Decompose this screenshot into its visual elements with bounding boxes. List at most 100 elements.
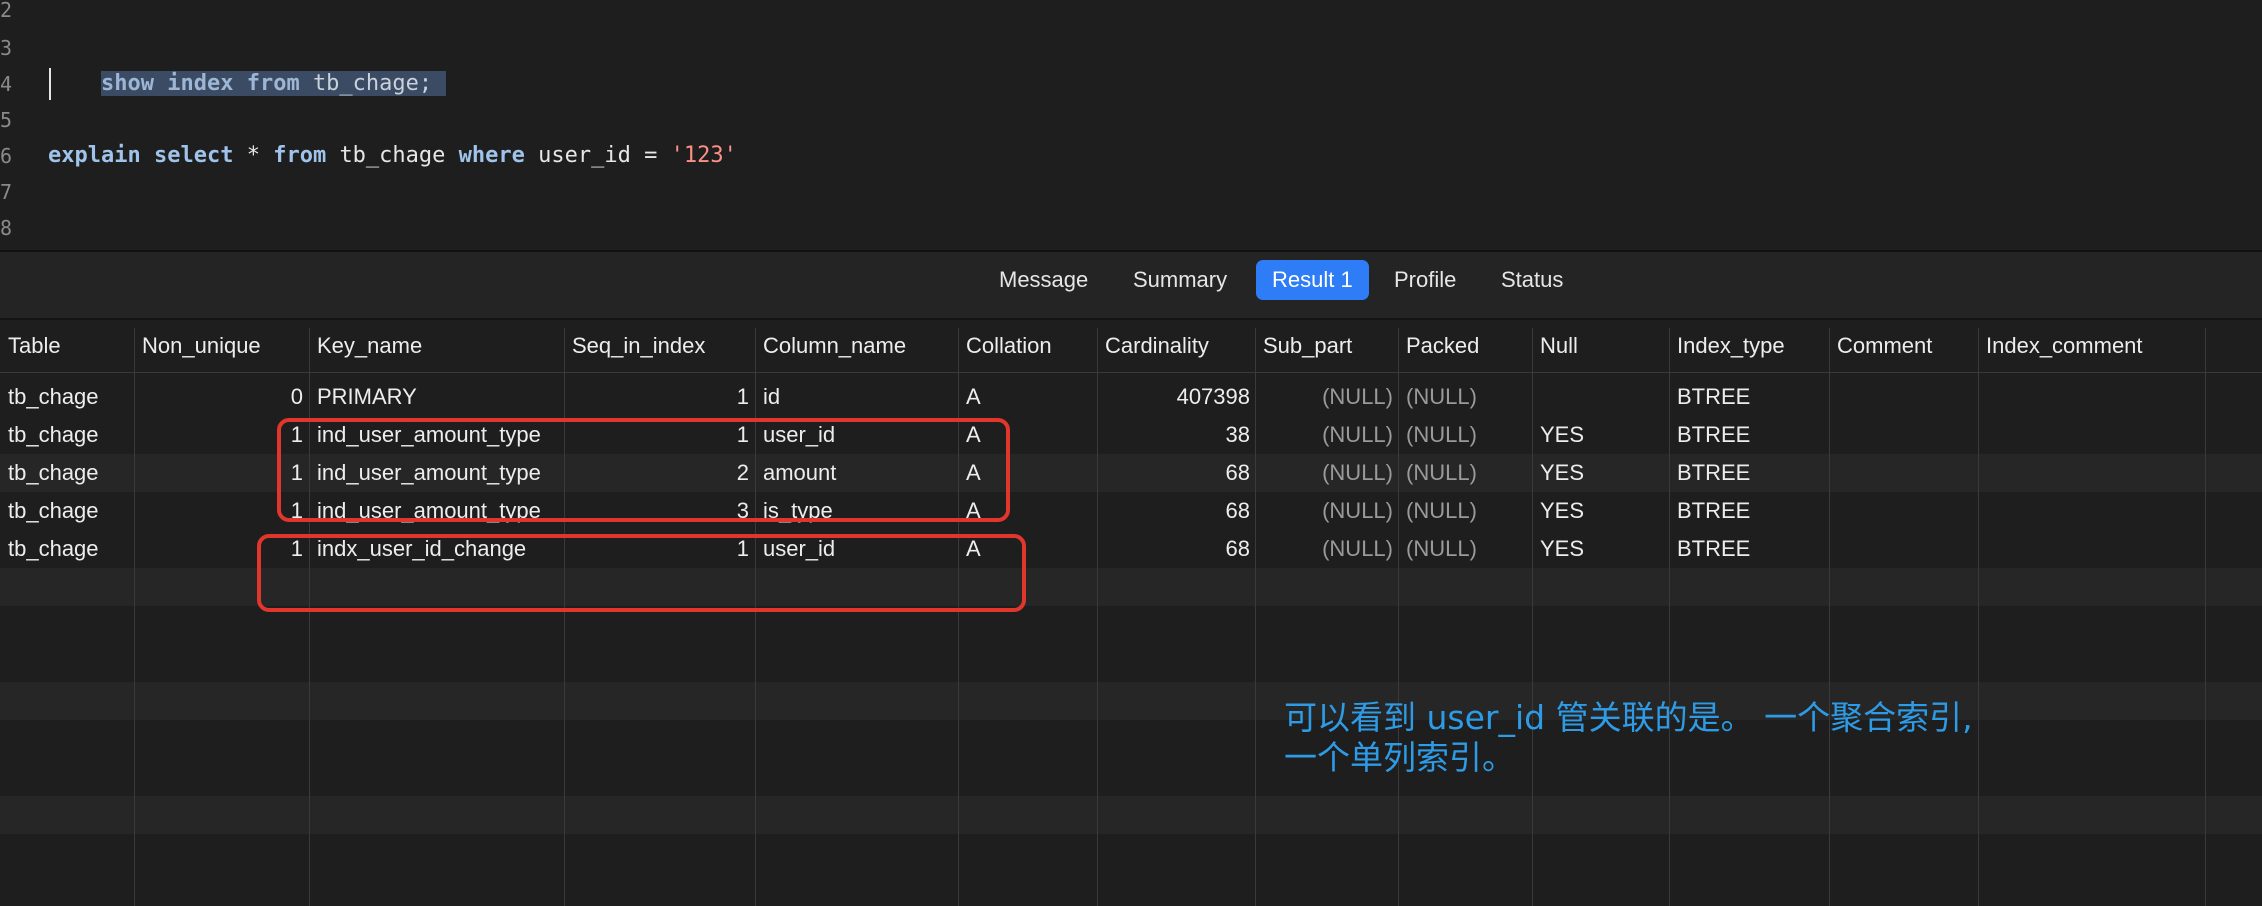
- column-header-key-name[interactable]: Key_name: [309, 320, 565, 372]
- cell-table[interactable]: tb_chage: [0, 454, 134, 492]
- column-header-cardinality[interactable]: Cardinality: [1097, 320, 1256, 372]
- table-row[interactable]: tb_chage 0 PRIMARY 1 id A 407398 (NULL) …: [0, 378, 2262, 416]
- column-header-non-unique[interactable]: Non_unique: [134, 320, 309, 372]
- column-header-comment[interactable]: Comment: [1829, 320, 1980, 372]
- cell-comment[interactable]: [1829, 416, 1980, 454]
- cell-column-name[interactable]: amount: [755, 454, 958, 492]
- cell-cardinality[interactable]: 68: [1097, 530, 1256, 568]
- cell-key-name[interactable]: ind_user_amount_type: [309, 492, 565, 530]
- cell-non-unique[interactable]: 1: [134, 530, 309, 568]
- code-line-explain[interactable]: explain select * from tb_chage where use…: [48, 138, 737, 174]
- cell-seq-in-index[interactable]: 1: [564, 530, 755, 568]
- cell-seq-in-index[interactable]: 3: [564, 492, 755, 530]
- cell-key-name[interactable]: ind_user_amount_type: [309, 454, 565, 492]
- cell-packed[interactable]: (NULL): [1398, 378, 1533, 416]
- cell-column-name[interactable]: user_id: [755, 416, 958, 454]
- cell-comment[interactable]: [1829, 454, 1980, 492]
- cell-collation[interactable]: A: [958, 454, 1097, 492]
- cell-table[interactable]: tb_chage: [0, 378, 134, 416]
- cell-non-unique[interactable]: 1: [134, 454, 309, 492]
- cell-packed[interactable]: (NULL): [1398, 530, 1533, 568]
- table-row[interactable]: tb_chage 1 ind_user_amount_type 3 is_typ…: [0, 492, 2262, 530]
- cell-sub-part[interactable]: (NULL): [1255, 378, 1399, 416]
- cell-comment[interactable]: [1829, 530, 1980, 568]
- cell-null[interactable]: YES: [1532, 530, 1670, 568]
- column-header-collation[interactable]: Collation: [958, 320, 1097, 372]
- cell-comment[interactable]: [1829, 378, 1980, 416]
- result-tab-bar: Message Summary Result 1 Profile Status: [0, 252, 2262, 318]
- cell-non-unique[interactable]: 0: [134, 378, 309, 416]
- cell-index-comment[interactable]: [1978, 454, 2205, 492]
- row-stripe: [0, 796, 2262, 834]
- cell-packed[interactable]: (NULL): [1398, 492, 1533, 530]
- cell-collation[interactable]: A: [958, 492, 1097, 530]
- cell-index-comment[interactable]: [1978, 492, 2205, 530]
- cell-cardinality[interactable]: 68: [1097, 454, 1256, 492]
- cell-seq-in-index[interactable]: 2: [564, 454, 755, 492]
- column-header-index-type[interactable]: Index_type: [1669, 320, 1832, 372]
- column-header-null[interactable]: Null: [1532, 320, 1670, 372]
- cell-null[interactable]: YES: [1532, 454, 1670, 492]
- cell-collation[interactable]: A: [958, 378, 1097, 416]
- cell-sub-part[interactable]: (NULL): [1255, 530, 1399, 568]
- cell-seq-in-index[interactable]: 1: [564, 416, 755, 454]
- cell-index-comment[interactable]: [1978, 416, 2205, 454]
- cell-cardinality[interactable]: 68: [1097, 492, 1256, 530]
- cell-packed[interactable]: (NULL): [1398, 454, 1533, 492]
- cell-seq-in-index[interactable]: 1: [564, 378, 755, 416]
- cell-non-unique[interactable]: 1: [134, 492, 309, 530]
- cell-cardinality[interactable]: 38: [1097, 416, 1256, 454]
- cell-comment[interactable]: [1829, 492, 1980, 530]
- cell-sub-part[interactable]: (NULL): [1255, 416, 1399, 454]
- column-header-index-comment[interactable]: Index_comment: [1978, 320, 2205, 372]
- line-number: 5: [0, 108, 12, 132]
- cell-key-name[interactable]: PRIMARY: [309, 378, 565, 416]
- cell-packed[interactable]: (NULL): [1398, 416, 1533, 454]
- cell-column-name[interactable]: user_id: [755, 530, 958, 568]
- column-header-table[interactable]: Table: [0, 320, 134, 372]
- cell-collation[interactable]: A: [958, 530, 1097, 568]
- sql-editor[interactable]: 2 3 4 5 6 7 8 show index from tb_chage; …: [0, 0, 2262, 250]
- column-header-seq-in-index[interactable]: Seq_in_index: [564, 320, 755, 372]
- column-header-column-name[interactable]: Column_name: [755, 320, 958, 372]
- cell-null[interactable]: YES: [1532, 416, 1670, 454]
- column-header-packed[interactable]: Packed: [1398, 320, 1533, 372]
- table-row[interactable]: tb_chage 1 indx_user_id_change 1 user_id…: [0, 530, 2262, 568]
- tab-summary[interactable]: Summary: [1117, 260, 1243, 300]
- cell-index-type[interactable]: BTREE: [1669, 454, 1832, 492]
- cell-table[interactable]: tb_chage: [0, 530, 134, 568]
- cell-index-comment[interactable]: [1978, 378, 2205, 416]
- line-number: 7: [0, 180, 12, 204]
- cell-table[interactable]: tb_chage: [0, 416, 134, 454]
- cell-sub-part[interactable]: (NULL): [1255, 492, 1399, 530]
- cell-null[interactable]: YES: [1532, 492, 1670, 530]
- tab-status[interactable]: Status: [1485, 260, 1579, 300]
- cell-index-type[interactable]: BTREE: [1669, 530, 1832, 568]
- code-line-show-index[interactable]: show index from tb_chage;: [48, 30, 447, 96]
- table-row[interactable]: tb_chage 1 ind_user_amount_type 2 amount…: [0, 454, 2262, 492]
- table-row[interactable]: tb_chage 1 ind_user_amount_type 1 user_i…: [0, 416, 2262, 454]
- cell-index-type[interactable]: BTREE: [1669, 378, 1832, 416]
- cell-non-unique[interactable]: 1: [134, 416, 309, 454]
- cell-collation[interactable]: A: [958, 416, 1097, 454]
- selected-text[interactable]: show index from tb_chage;: [100, 71, 447, 96]
- cell-column-name[interactable]: is_type: [755, 492, 958, 530]
- result-grid[interactable]: Table Non_unique Key_name Seq_in_index C…: [0, 320, 2262, 906]
- grid-header: Table Non_unique Key_name Seq_in_index C…: [0, 320, 2262, 373]
- annotation-line: 一个单列索引。: [1284, 738, 1515, 777]
- column-header-sub-part[interactable]: Sub_part: [1255, 320, 1399, 372]
- cell-key-name[interactable]: ind_user_amount_type: [309, 416, 565, 454]
- tab-result-1[interactable]: Result 1: [1256, 260, 1369, 300]
- cell-column-name[interactable]: id: [755, 378, 958, 416]
- cell-sub-part[interactable]: (NULL): [1255, 454, 1399, 492]
- cell-index-type[interactable]: BTREE: [1669, 492, 1832, 530]
- cell-key-name[interactable]: indx_user_id_change: [309, 530, 565, 568]
- tab-profile[interactable]: Profile: [1378, 260, 1472, 300]
- cell-index-type[interactable]: BTREE: [1669, 416, 1832, 454]
- annotation-note: 可以看到 user_id 管关联的是。 一个聚合索引, 一个单列索引。: [1284, 698, 2044, 778]
- cell-table[interactable]: tb_chage: [0, 492, 134, 530]
- cell-index-comment[interactable]: [1978, 530, 2205, 568]
- tab-message[interactable]: Message: [983, 260, 1104, 300]
- cell-null[interactable]: [1532, 378, 1670, 416]
- cell-cardinality[interactable]: 407398: [1097, 378, 1256, 416]
